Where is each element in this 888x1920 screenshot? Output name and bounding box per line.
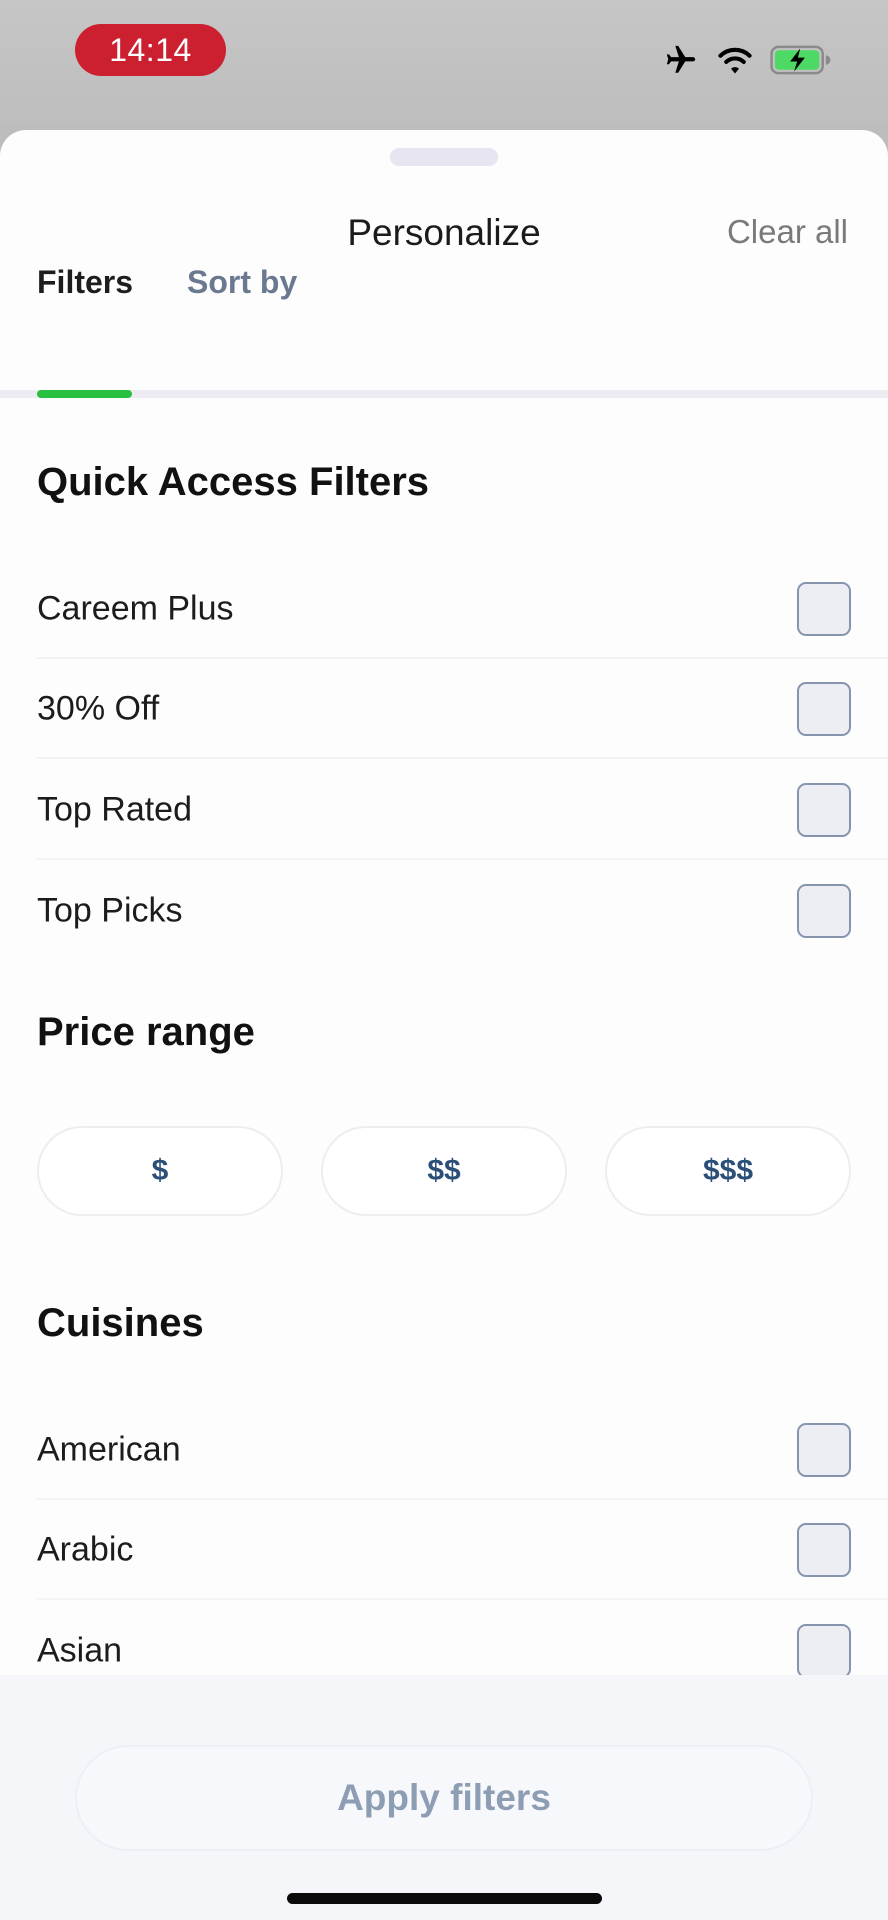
tab-sort-by[interactable]: Sort by xyxy=(187,264,297,301)
quick-access-filters-heading: Quick Access Filters xyxy=(37,460,430,504)
filter-row-30-off[interactable]: 30% Off xyxy=(0,659,888,759)
cuisine-checkbox[interactable] xyxy=(797,1523,851,1577)
price-option-1[interactable]: $ xyxy=(37,1126,283,1216)
status-icons xyxy=(662,40,832,80)
price-option-3[interactable]: $$$ xyxy=(605,1126,851,1216)
row-divider xyxy=(37,1598,888,1600)
cuisine-checkbox[interactable] xyxy=(797,1624,851,1678)
filter-checkbox[interactable] xyxy=(797,682,851,736)
cuisines-heading: Cuisines xyxy=(37,1301,204,1345)
filter-label: Top Picks xyxy=(37,891,183,930)
filter-checkbox[interactable] xyxy=(797,783,851,837)
status-time: 14:14 xyxy=(75,24,226,76)
cuisine-label: Arabic xyxy=(37,1530,134,1569)
filter-checkbox[interactable] xyxy=(797,884,851,938)
row-divider xyxy=(37,858,888,860)
filter-label: Careem Plus xyxy=(37,589,234,628)
filter-checkbox[interactable] xyxy=(797,582,851,636)
active-tab-indicator xyxy=(37,390,132,398)
cuisine-row-american[interactable]: American xyxy=(0,1400,888,1500)
cuisine-label: American xyxy=(37,1430,181,1469)
price-option-2[interactable]: $$ xyxy=(321,1126,567,1216)
cuisine-label: Asian xyxy=(37,1631,123,1670)
filter-label: 30% Off xyxy=(37,689,160,728)
cuisine-row-arabic[interactable]: Arabic xyxy=(0,1500,888,1600)
price-range-heading: Price range xyxy=(37,1010,255,1054)
filter-row-top-picks[interactable]: Top Picks xyxy=(0,861,888,961)
apply-filters-button[interactable]: Apply filters xyxy=(75,1745,813,1851)
airplane-icon xyxy=(662,43,700,77)
home-indicator[interactable] xyxy=(287,1893,602,1904)
clear-all-button[interactable]: Clear all xyxy=(727,213,848,251)
tab-filters[interactable]: Filters xyxy=(37,264,133,301)
battery-charging-icon xyxy=(770,44,832,76)
filter-label: Top Rated xyxy=(37,790,192,829)
wifi-icon xyxy=(716,44,754,76)
tabs-divider xyxy=(0,390,888,398)
filter-row-careem-plus[interactable]: Careem Plus xyxy=(0,559,888,659)
sheet-grabber-handle[interactable] xyxy=(390,148,498,166)
personalize-sheet: Personalize Clear all Filters Sort by Qu… xyxy=(0,130,888,1920)
status-bar: 14:14 xyxy=(0,0,888,130)
filter-row-top-rated[interactable]: Top Rated xyxy=(0,760,888,860)
row-divider xyxy=(37,757,888,759)
sheet-footer: Apply filters xyxy=(0,1675,888,1920)
cuisine-checkbox[interactable] xyxy=(797,1423,851,1477)
